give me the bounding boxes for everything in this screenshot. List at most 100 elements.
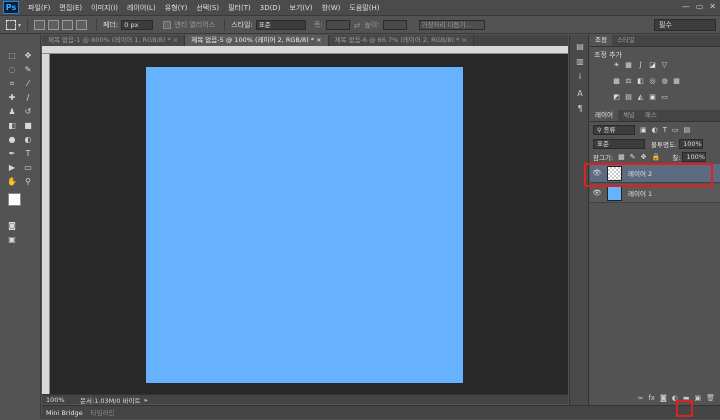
brightness-icon[interactable]: ☀ <box>612 61 621 70</box>
document-canvas[interactable] <box>146 67 463 383</box>
tab-timeline[interactable]: 타임라인 <box>87 406 119 420</box>
marquee-tool-icon[interactable]: ⬚ <box>6 51 18 61</box>
tab-document-5[interactable]: 제목 없음-5 @ 100% (레이어 2, RGB/8) * × <box>185 35 329 46</box>
close-icon[interactable]: × <box>461 36 466 44</box>
filter-kind-select[interactable]: ⚲ 종류 <box>593 124 635 135</box>
hand-tool-icon[interactable]: ✋ <box>6 177 18 187</box>
menu-window[interactable]: 창(W) <box>322 3 341 13</box>
dodge-tool-icon[interactable]: ◐ <box>22 135 34 145</box>
curves-icon[interactable]: ∫ <box>636 61 645 70</box>
filter-shape-icon[interactable]: ▭ <box>672 126 679 134</box>
antialias-checkbox[interactable] <box>163 21 172 29</box>
delete-layer-icon[interactable]: 🗑 <box>706 394 715 402</box>
crop-tool-icon[interactable]: ⌗ <box>6 79 18 89</box>
link-layers-icon[interactable]: ∞ <box>638 394 644 402</box>
close-icon[interactable]: ✕ <box>709 2 716 11</box>
paragraph-icon[interactable]: ¶ <box>575 104 585 114</box>
minimize-icon[interactable]: — <box>682 2 690 11</box>
gradient-map-icon[interactable]: ▭ <box>660 93 669 102</box>
type-tool-icon[interactable]: T <box>22 149 34 159</box>
black-white-icon[interactable]: ◧ <box>636 77 645 86</box>
tab-adjustments[interactable]: 조정 <box>590 35 612 46</box>
restore-icon[interactable]: ▭ <box>696 2 704 11</box>
selective-color-icon[interactable]: ▣ <box>648 93 657 102</box>
invert-icon[interactable]: ◩ <box>612 93 621 102</box>
menu-type[interactable]: 유형(Y) <box>165 3 188 13</box>
menu-select[interactable]: 선택(S) <box>196 3 219 13</box>
lock-all-icon[interactable]: 🔒 <box>652 153 661 161</box>
status-menu-arrow-icon[interactable]: ▸ <box>145 396 148 404</box>
info-icon[interactable]: i <box>575 72 585 82</box>
new-layer-icon[interactable]: ▣ <box>694 394 701 402</box>
zoom-tool-icon[interactable]: ⚲ <box>22 177 34 187</box>
marquee-preset-icon[interactable] <box>6 20 16 30</box>
character-icon[interactable]: A <box>575 89 585 99</box>
menu-3d[interactable]: 3D(D) <box>260 4 281 12</box>
eye-icon[interactable]: 👁 <box>590 189 604 197</box>
layer-style-icon[interactable]: fx <box>648 394 655 402</box>
menu-image[interactable]: 이미지(I) <box>91 3 118 13</box>
eraser-tool-icon[interactable]: ◧ <box>6 121 18 131</box>
path-select-tool-icon[interactable]: ▶ <box>6 163 18 173</box>
workspace-select[interactable]: 필수 <box>654 19 716 31</box>
filter-smart-icon[interactable]: ▤ <box>684 126 691 134</box>
intersect-selection-icon[interactable] <box>76 20 88 30</box>
tab-document-6[interactable]: 제목 없음-6 @ 66.7% (레이어 2, RGB/8) * × <box>328 35 474 46</box>
lock-transparent-icon[interactable]: ▦ <box>618 153 625 161</box>
tab-document-1[interactable]: 제목 없음-1 @ 800% (레이어 1, RGB/8) * × <box>42 35 186 46</box>
posterize-icon[interactable]: ▤ <box>624 93 633 102</box>
properties-icon[interactable]: ▥ <box>575 57 585 67</box>
tab-paths[interactable]: 패스 <box>640 110 662 121</box>
tab-layers[interactable]: 레이어 <box>590 110 618 121</box>
shape-tool-icon[interactable]: ▭ <box>22 163 34 173</box>
history-brush-icon[interactable]: ↺ <box>22 107 34 117</box>
refine-edge-button[interactable]: 가장자리 다듬기... <box>418 20 485 30</box>
menu-help[interactable]: 도움말(H) <box>349 3 379 13</box>
menu-filter[interactable]: 필터(T) <box>228 3 251 13</box>
exposure-icon[interactable]: ◪ <box>648 61 657 70</box>
pen-tool-icon[interactable]: ✒ <box>6 149 18 159</box>
filter-pixel-icon[interactable]: ▣ <box>640 126 647 134</box>
close-icon[interactable]: × <box>173 36 178 44</box>
screen-mode-icon[interactable]: ▣ <box>6 235 18 245</box>
menu-layer[interactable]: 레이어(L) <box>127 3 156 13</box>
swap-icon[interactable]: ⇄ <box>354 21 361 30</box>
healing-tool-icon[interactable]: ✚ <box>6 93 18 103</box>
add-selection-icon[interactable] <box>48 20 60 30</box>
opacity-input[interactable]: 100% <box>679 138 704 149</box>
color-balance-icon[interactable]: ⚖ <box>624 77 633 86</box>
eyedropper-tool-icon[interactable]: ⁄ <box>22 79 34 89</box>
tab-mini-bridge[interactable]: Mini Bridge <box>42 406 87 420</box>
stamp-tool-icon[interactable]: ♟ <box>6 107 18 117</box>
filter-type-icon[interactable]: T <box>663 126 667 134</box>
fill-input[interactable]: 100% <box>682 151 707 162</box>
zoom-level[interactable]: 100% <box>46 396 72 404</box>
quick-mask-icon[interactable]: ◙ <box>6 221 18 231</box>
blur-tool-icon[interactable]: ● <box>6 135 18 145</box>
lasso-tool-icon[interactable]: ◌ <box>6 65 18 75</box>
color-lookup-icon[interactable]: ▦ <box>672 77 681 86</box>
vibrance-icon[interactable]: ▽ <box>660 61 669 70</box>
width-input[interactable] <box>325 20 350 30</box>
lock-image-icon[interactable]: ✎ <box>630 153 636 161</box>
menu-view[interactable]: 보기(V) <box>289 3 312 13</box>
photo-filter-icon[interactable]: ◎ <box>648 77 657 86</box>
tab-channels[interactable]: 채널 <box>618 110 640 121</box>
height-input[interactable] <box>382 20 407 30</box>
new-selection-icon[interactable] <box>34 20 46 30</box>
history-icon[interactable]: ▤ <box>575 42 585 52</box>
channel-mixer-icon[interactable]: ◍ <box>660 77 669 86</box>
subtract-selection-icon[interactable] <box>62 20 74 30</box>
filter-adjustment-icon[interactable]: ◐ <box>652 126 658 134</box>
menu-edit[interactable]: 편집(E) <box>59 3 82 13</box>
levels-icon[interactable]: ▦ <box>624 61 633 70</box>
quick-select-tool-icon[interactable]: ✎ <box>22 65 34 75</box>
foreground-color-swatch[interactable] <box>8 193 21 206</box>
brush-tool-icon[interactable]: ∕ <box>22 93 34 103</box>
blend-mode-select[interactable]: 표준 <box>593 138 645 149</box>
menu-file[interactable]: 파일(F) <box>28 3 50 13</box>
lock-position-icon[interactable]: ✥ <box>641 153 647 161</box>
tab-styles[interactable]: 스타일 <box>612 35 640 46</box>
hue-saturation-icon[interactable]: ▩ <box>612 77 621 86</box>
style-select[interactable]: 표준 <box>255 20 306 30</box>
